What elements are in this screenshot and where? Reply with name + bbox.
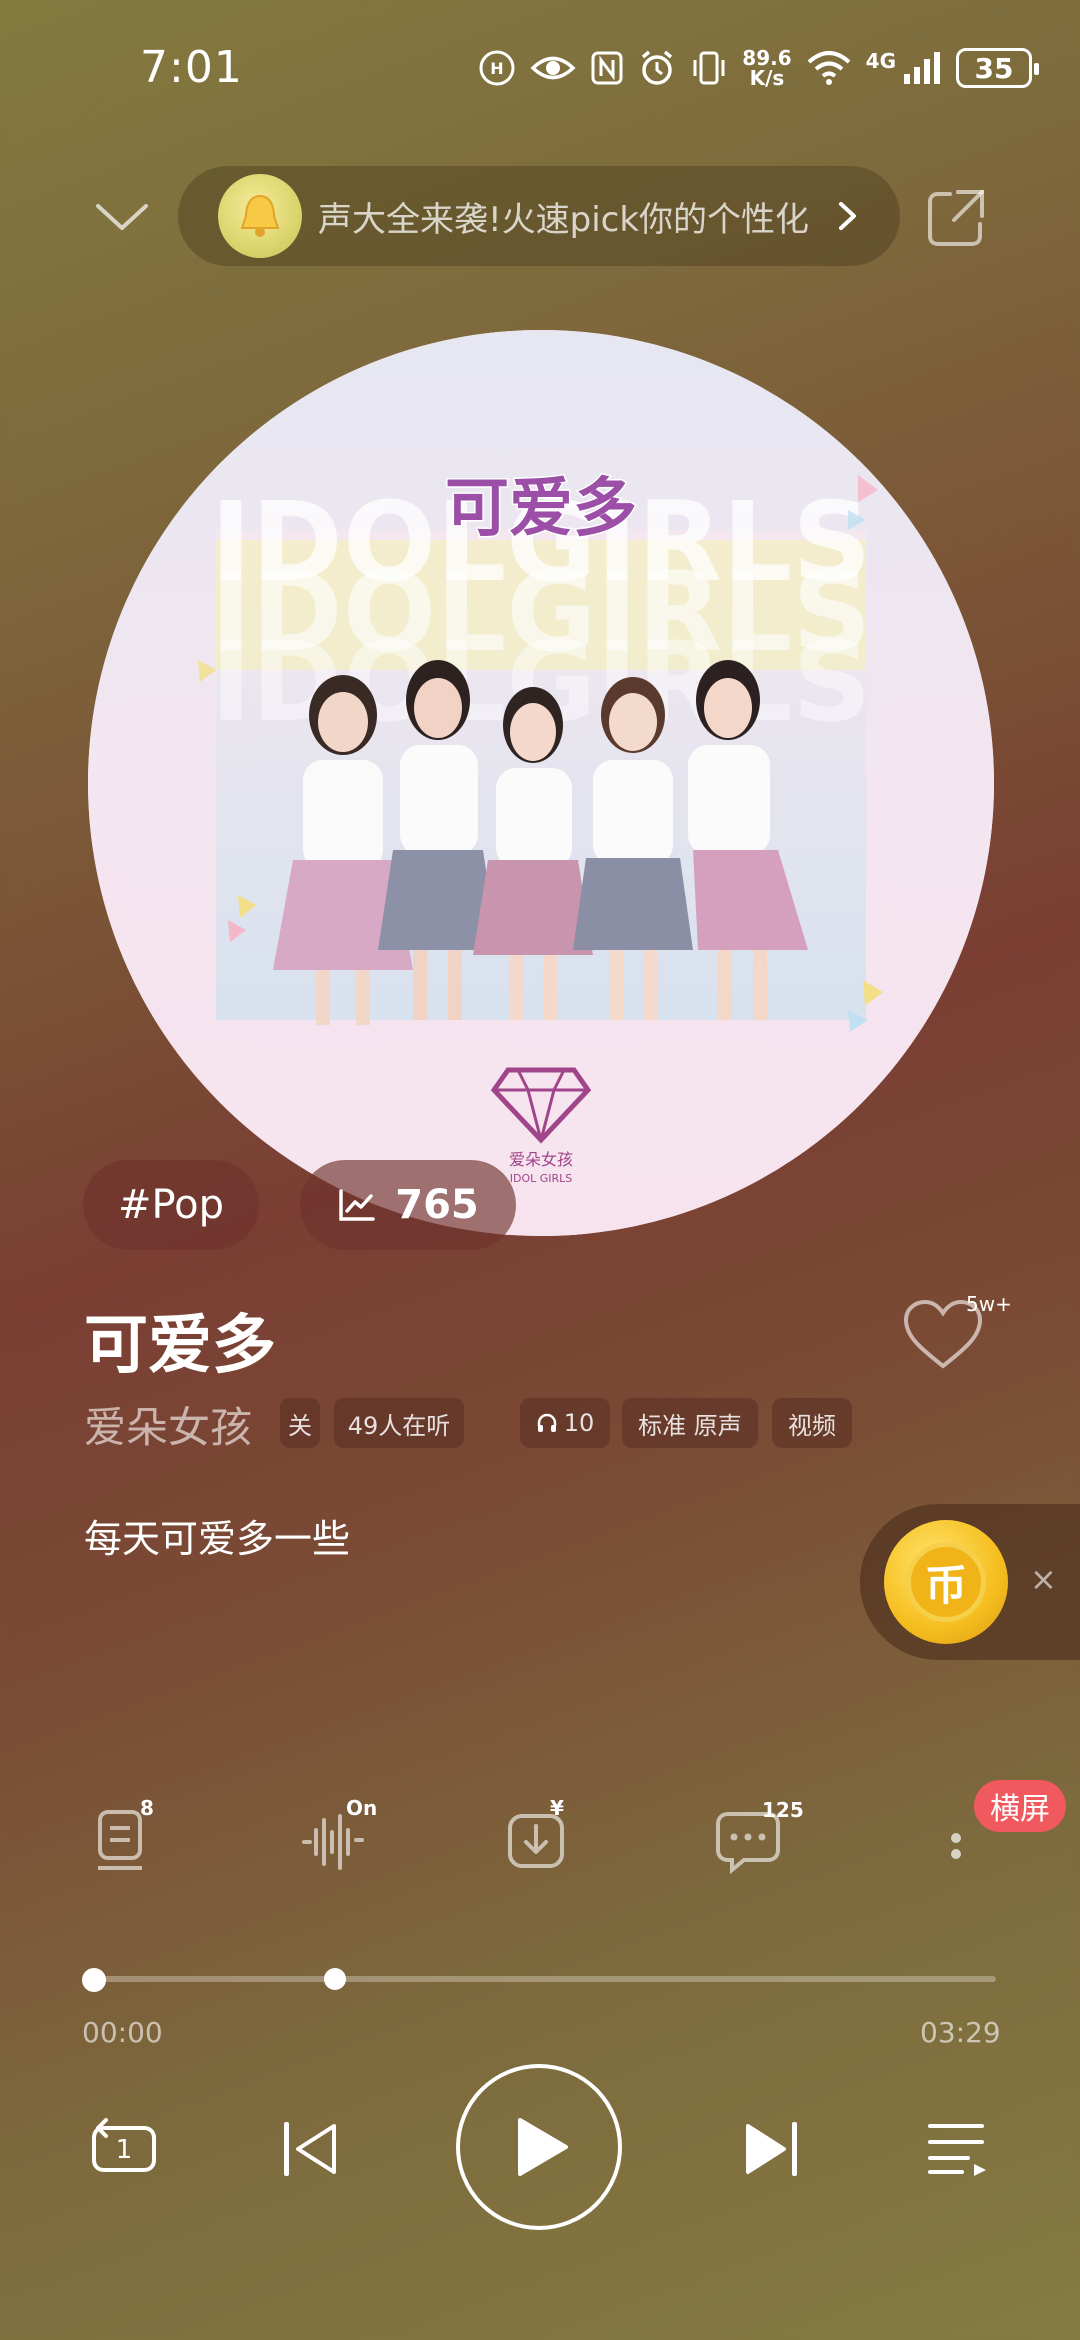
battery-indicator: 35 (956, 48, 1039, 88)
album-title-art: 可爱多 (445, 472, 637, 546)
vibrate-icon (693, 51, 725, 85)
sound-effect-button[interactable]: On (296, 1790, 378, 1880)
lyrics-icon (98, 1810, 142, 1870)
svg-text:爱朵女孩: 爱朵女孩 (509, 1150, 573, 1169)
share-button[interactable] (924, 186, 988, 250)
progress-track[interactable] (94, 1976, 996, 1982)
download-icon (508, 1814, 564, 1868)
song-tagline: 每天可爱多一些 (84, 1517, 351, 1561)
play-button[interactable] (456, 2064, 622, 2230)
net-speed: 89.6 K/s (742, 46, 792, 90)
rank-value: 765 (395, 1182, 479, 1228)
promo-text: 声大全来袭!火速pick你的个性化 (318, 199, 810, 240)
genre-tag[interactable]: #Pop (83, 1160, 259, 1250)
landscape-badge[interactable]: 横屏 (974, 1780, 1066, 1832)
quality-selector[interactable]: 标准 原声 (622, 1398, 758, 1448)
lyrics-badge: 8 (140, 1796, 154, 1820)
total-time: 03:29 (920, 2016, 1001, 2049)
hd-call-icon: H (479, 50, 515, 86)
promo-banner[interactable]: 声大全来袭!火速pick你的个性化 (178, 166, 900, 266)
repeat-one-button[interactable]: 1 (88, 2116, 160, 2184)
coin-icon[interactable]: 币 (884, 1520, 1008, 1644)
status-icons: H 89.6 K/s 4G 35 (478, 44, 1039, 92)
trending-icon (339, 1189, 375, 1221)
current-time: 00:00 (82, 2016, 163, 2049)
comments-button[interactable]: 125 (714, 1790, 804, 1880)
comments-badge: 125 (762, 1798, 804, 1822)
alarm-icon (642, 50, 673, 85)
progress-knob[interactable] (82, 1968, 106, 1992)
network-type: 4G (865, 49, 896, 73)
playlist-icon (928, 2124, 986, 2176)
chevron-down-icon (96, 204, 148, 230)
coin-widget[interactable]: 币 × (860, 1504, 1080, 1660)
coin-close-button[interactable]: × (1030, 1560, 1057, 1598)
previous-button[interactable] (278, 2118, 342, 2184)
share-icon (928, 190, 984, 246)
headphones-icon (537, 1413, 556, 1432)
headphones-badge[interactable]: 10 (520, 1398, 610, 1448)
artist-name[interactable]: 爱朵女孩 (84, 1394, 252, 1455)
rank-tag[interactable]: 765 (300, 1160, 516, 1250)
download-badge: ¥ (550, 1796, 564, 1820)
collapse-button[interactable] (90, 190, 154, 242)
like-count: 5w+ (966, 1292, 1012, 1316)
skip-next-icon (746, 2122, 797, 2176)
follow-button[interactable]: 关 (280, 1398, 320, 1448)
skip-previous-icon (284, 2122, 336, 2176)
listeners-badge[interactable]: 49人在听 (334, 1398, 464, 1448)
download-button[interactable]: ¥ (502, 1790, 582, 1880)
album-cover[interactable]: IDOLGIRLS IDOLGIRLS IDOLGIRLS 可爱多 爱朵女孩 I… (88, 330, 994, 1236)
lyrics-button[interactable]: 8 (90, 1790, 170, 1880)
svg-text:H: H (491, 59, 504, 78)
song-title: 可爱多 (84, 1309, 276, 1383)
eye-icon (530, 56, 576, 80)
wifi-icon (807, 51, 850, 85)
playlist-button[interactable] (926, 2120, 990, 2182)
progress-marker (324, 1968, 346, 1990)
bell-icon (240, 194, 280, 237)
nfc-icon (591, 51, 623, 85)
svg-text:IDOL GIRLS: IDOL GIRLS (510, 1172, 573, 1185)
signal-icon (904, 52, 940, 84)
chevron-right-icon (839, 202, 856, 230)
sound-effect-badge: On (346, 1796, 378, 1820)
bell-avatar (218, 174, 302, 258)
svg-text:1: 1 (116, 2135, 133, 2165)
next-button[interactable] (740, 2118, 804, 2184)
status-time: 7:01 (140, 42, 243, 93)
play-icon (518, 2118, 568, 2176)
album-art-image: IDOLGIRLS IDOLGIRLS IDOLGIRLS 可爱多 爱朵女孩 I… (88, 330, 994, 1236)
video-button[interactable]: 视频 (772, 1398, 852, 1448)
repeat-one-icon: 1 (92, 2118, 156, 2172)
